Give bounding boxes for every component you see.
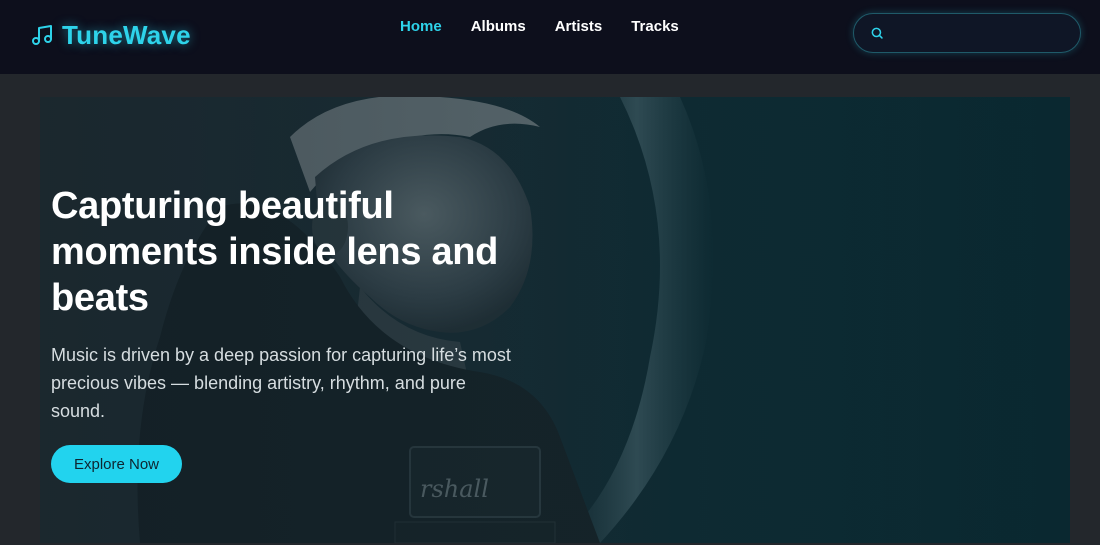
hero-title: Capturing beautiful moments inside lens … (51, 185, 499, 319)
hero-description: Music is driven by a deep passion for ca… (51, 345, 511, 421)
music-note-icon (30, 23, 54, 47)
search-input[interactable] (895, 15, 1080, 51)
nav-home[interactable]: Home (400, 17, 442, 37)
brand-logo[interactable]: TuneWave (30, 18, 191, 52)
search-icon[interactable] (869, 25, 885, 41)
nav-tracks[interactable]: Tracks (631, 17, 679, 37)
brand-name: TuneWave (62, 19, 191, 50)
top-navbar: TuneWave Home Albums Artists Tracks (0, 0, 1100, 74)
search-box[interactable] (853, 13, 1081, 53)
nav-artists[interactable]: Artists (555, 17, 603, 37)
explore-now-button[interactable]: Explore Now (51, 445, 182, 483)
main-nav: Home Albums Artists Tracks (400, 17, 679, 37)
nav-albums[interactable]: Albums (471, 17, 526, 37)
hero-banner: rshall Capturing beautiful moments insid… (40, 97, 1070, 543)
